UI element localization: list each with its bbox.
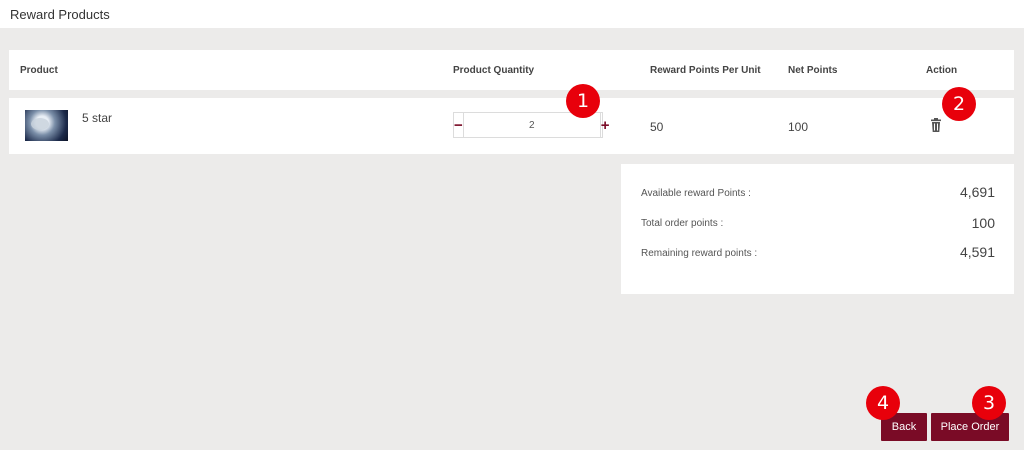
header-quantity: Product Quantity: [453, 65, 535, 76]
product-name: 5 star: [82, 111, 113, 125]
annotation-badge-3: 3: [972, 386, 1006, 420]
available-points-label: Available reward Points :: [641, 188, 751, 199]
remaining-points-label: Remaining reward points :: [641, 248, 758, 259]
points-summary: Available reward Points : 4,691 Total or…: [621, 164, 1014, 294]
row-divider: [9, 90, 1014, 98]
annotation-badge-1: 1: [566, 84, 600, 118]
annotation-badge-2: 2: [942, 87, 976, 121]
page-title: Reward Products: [10, 7, 110, 22]
points-per-unit-value: 50: [650, 120, 664, 134]
total-order-points-value: 100: [971, 215, 995, 231]
table-header-row: Product Product Quantity Reward Points P…: [9, 50, 1014, 90]
page-header: Reward Products: [0, 0, 1024, 28]
header-points-per-unit: Reward Points Per Unit: [650, 65, 761, 76]
product-thumbnail: [25, 110, 68, 141]
decrease-quantity-button[interactable]: −: [454, 113, 464, 137]
total-order-points-label: Total order points :: [641, 218, 724, 229]
remaining-points-value: 4,591: [959, 244, 995, 260]
net-points-value: 100: [788, 120, 809, 134]
increase-quantity-button[interactable]: +: [599, 113, 610, 137]
annotation-badge-4: 4: [866, 386, 900, 420]
table-row: 5 star − + 50 100: [9, 98, 1014, 154]
header-product: Product: [20, 65, 58, 76]
available-points-value: 4,691: [959, 184, 995, 200]
trash-icon[interactable]: [930, 118, 942, 132]
reward-products-table: Product Product Quantity Reward Points P…: [9, 50, 1014, 154]
header-net-points: Net Points: [788, 65, 838, 76]
header-action: Action: [926, 65, 958, 76]
